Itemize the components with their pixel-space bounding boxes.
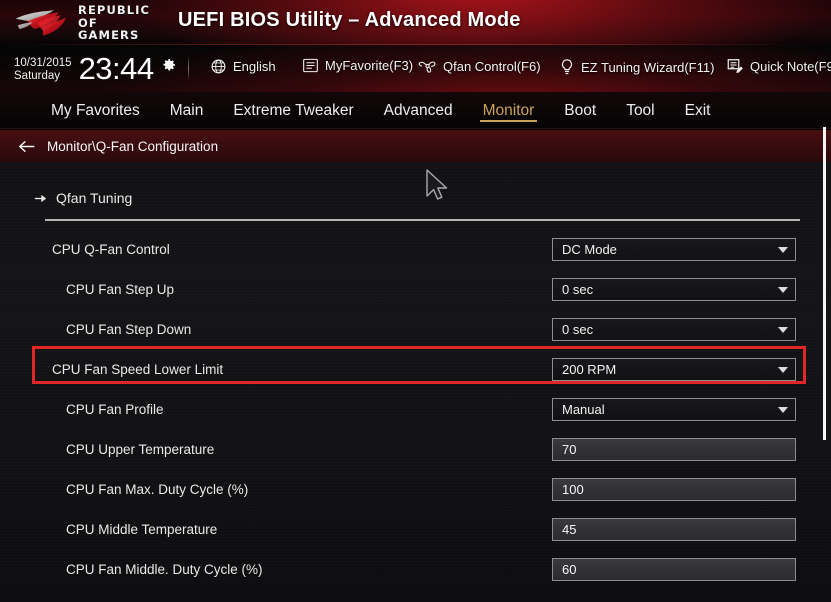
arrow-right-icon [34,194,47,202]
setting-control-cpu-fan-speed-lower-limit[interactable]: 200 RPM [552,358,796,381]
setting-label-cpu-fan-max-duty-cycle: CPU Fan Max. Duty Cycle (%) [66,481,249,497]
current-time: 23:44 [78,51,155,86]
back-arrow-icon[interactable] [17,139,36,154]
toolbar-label-quick-note: Quick Note(F9 [750,59,831,74]
dropdown-cpu-fan-profile[interactable]: Manual [552,398,796,421]
dropdown-value-cpu-fan-speed-lower-limit: 200 RPM [562,362,617,377]
setting-control-cpu-fan-step-down[interactable]: 0 sec [552,318,796,341]
tab-my-favorites[interactable]: My Favorites [36,92,155,129]
table-row: CPU Middle Temperature 45 [0,514,800,544]
toolbar-item-quick-note[interactable]: Quick Note(F9 [726,58,831,75]
dropdown-cpu-fan-step-down[interactable]: 0 sec [552,318,796,341]
input-cpu-fan-max-duty-cycle[interactable]: 100 [552,478,796,501]
dropdown-value-cpu-fan-profile: Manual [562,402,605,417]
table-row: CPU Fan Step Down 0 sec [0,314,800,344]
rog-brand-text: REPUBLIC OF GAMERS [78,4,172,42]
chevron-down-icon [778,326,788,333]
dropdown-cpu-q-fan-control[interactable]: DC Mode [552,238,796,261]
main-menu-tabs: My Favorites Main Extreme Tweaker Advanc… [36,92,725,129]
setting-label-cpu-middle-temperature: CPU Middle Temperature [66,521,218,537]
toolbar-label-myfavorite: MyFavorite(F3) [325,58,414,73]
tab-tool[interactable]: Tool [611,92,669,129]
tab-main[interactable]: Main [155,92,219,129]
dropdown-cpu-fan-speed-lower-limit[interactable]: 200 RPM [552,358,796,381]
table-row: CPU Fan Middle. Duty Cycle (%) 60 [0,554,800,584]
submenu-label-qfan-tuning: Qfan Tuning [56,190,133,206]
main-menu-bar: My Favorites Main Extreme Tweaker Advanc… [0,92,831,129]
date-block: 10/31/2015 Saturday [14,51,72,83]
rog-logo: REPUBLIC OF GAMERS [14,4,172,42]
chevron-down-icon [778,246,788,253]
setting-label-cpu-fan-step-down: CPU Fan Step Down [66,321,192,337]
settings-pane: Qfan Tuning CPU Q-Fan Control DC Mode CP… [0,162,831,602]
dropdown-value-cpu-q-fan-control: DC Mode [562,242,617,257]
submenu-item-qfan-tuning[interactable]: Qfan Tuning [0,182,800,214]
setting-control-cpu-q-fan-control[interactable]: DC Mode [552,238,796,261]
dropdown-cpu-fan-step-up[interactable]: 0 sec [552,278,796,301]
input-cpu-fan-middle-duty-cycle[interactable]: 60 [552,558,796,581]
toolbar-label-ez-tuning-wizard: EZ Tuning Wizard(F11) [581,59,715,75]
gear-icon[interactable] [161,57,177,73]
toolbar-item-qfan-control[interactable]: Qfan Control(F6) [418,58,541,74]
tab-boot[interactable]: Boot [549,92,611,129]
chevron-down-icon [778,286,788,293]
setting-control-cpu-fan-max-duty-cycle[interactable]: 100 [552,478,796,501]
current-date: 10/31/2015 [14,57,72,69]
note-pencil-icon [727,59,743,74]
setting-label-cpu-fan-speed-lower-limit: CPU Fan Speed Lower Limit [52,361,224,377]
globe-icon [211,59,226,74]
input-value-cpu-fan-max-duty-cycle: 100 [562,482,584,497]
setting-label-cpu-upper-temperature: CPU Upper Temperature [66,441,215,457]
info-toolbar: 10/31/2015 Saturday 23:44 English MyFavo… [0,45,831,92]
setting-label-cpu-fan-middle-duty-cycle: CPU Fan Middle. Duty Cycle (%) [66,561,263,577]
page-title: UEFI BIOS Utility – Advanced Mode [178,9,521,31]
toolbar-item-myfavorite[interactable]: MyFavorite(F3) [302,58,413,73]
current-weekday: Saturday [14,70,61,82]
list-icon [303,58,318,73]
tab-advanced[interactable]: Advanced [369,92,468,129]
setting-control-cpu-middle-temperature[interactable]: 45 [552,518,796,541]
chevron-down-icon [778,366,788,373]
table-row: CPU Fan Max. Duty Cycle (%) 100 [0,474,800,504]
input-value-cpu-fan-middle-duty-cycle: 60 [562,562,577,577]
tab-extreme-tweaker[interactable]: Extreme Tweaker [218,92,368,129]
setting-control-cpu-fan-step-up[interactable]: 0 sec [552,278,796,301]
toolbar-item-ez-tuning-wizard[interactable]: EZ Tuning Wizard(F11) [559,58,714,76]
setting-label-cpu-fan-step-up: CPU Fan Step Up [66,281,175,297]
chevron-down-icon [778,406,788,413]
input-value-cpu-upper-temperature: 70 [562,442,577,457]
dropdown-value-cpu-fan-step-up: 0 sec [562,282,594,297]
toolbar-separator [188,55,189,81]
fan-icon [418,61,436,73]
table-row: CPU Fan Profile Manual [0,394,800,424]
toolbar-item-language[interactable]: English [210,58,276,75]
input-cpu-middle-temperature[interactable]: 45 [552,518,796,541]
input-value-cpu-middle-temperature: 45 [562,522,577,537]
table-row: CPU Upper Temperature 70 [0,434,800,464]
table-row: CPU Fan Speed Lower Limit 200 RPM [0,354,800,384]
table-row: CPU Q-Fan Control DC Mode [0,234,800,264]
date-time-display[interactable]: 10/31/2015 Saturday 23:44 [14,51,177,87]
breadcrumb-path: Monitor\Q-Fan Configuration [47,138,219,154]
toolbar-label-qfan-control: Qfan Control(F6) [443,58,541,74]
tab-exit[interactable]: Exit [670,92,726,129]
rog-brand-line-1: REPUBLIC OF [78,3,151,30]
setting-control-cpu-upper-temperature[interactable]: 70 [552,438,796,461]
setting-label-cpu-q-fan-control: CPU Q-Fan Control [52,241,170,257]
setting-control-cpu-fan-profile[interactable]: Manual [552,398,796,421]
breadcrumb: Monitor\Q-Fan Configuration [0,130,831,162]
tab-monitor[interactable]: Monitor [468,92,550,129]
toolbar-label-language: English [233,59,276,74]
setting-label-cpu-fan-profile: CPU Fan Profile [66,401,164,417]
rog-brand-line-2: GAMERS [78,28,140,43]
setting-control-cpu-fan-middle-duty-cycle[interactable]: 60 [552,558,796,581]
scrollbar-thumb[interactable] [823,127,826,440]
section-divider [45,219,800,221]
title-bar: REPUBLIC OF GAMERS UEFI BIOS Utility – A… [0,0,831,45]
rog-eye-logo-icon [15,10,67,36]
lightbulb-icon [561,59,573,75]
input-cpu-upper-temperature[interactable]: 70 [552,438,796,461]
table-row: CPU Fan Step Up 0 sec [0,274,800,304]
dropdown-value-cpu-fan-step-down: 0 sec [562,322,594,337]
